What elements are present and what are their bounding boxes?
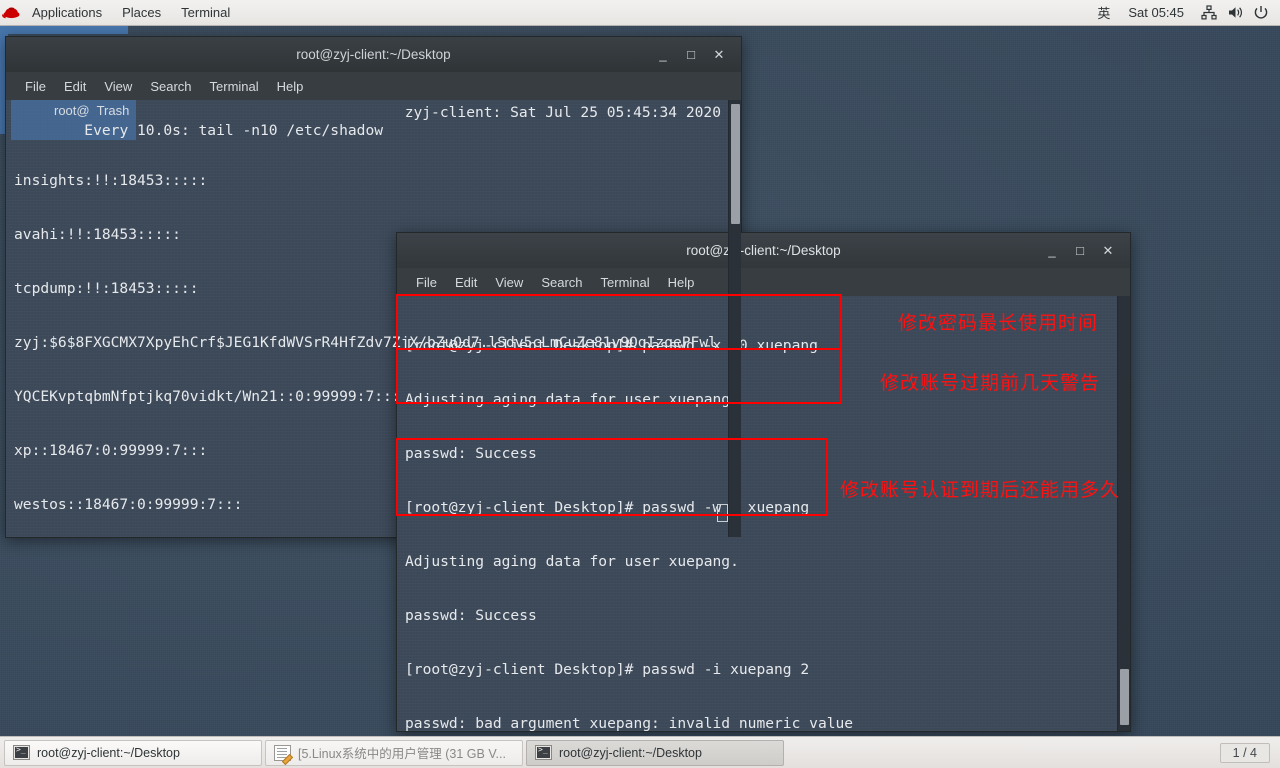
annotation-text-maxdays: 修改密码最长使用时间 <box>898 312 1099 334</box>
notepad-icon <box>274 744 291 761</box>
annotation-text-warndays: 修改账号过期前几天警告 <box>880 372 1101 394</box>
window2-controls: _ □ ✕ <box>1038 238 1130 264</box>
workspace-switcher[interactable]: 1 / 4 <box>1219 742 1270 763</box>
watch-header-left: Every 10.0s: tail -n10 /etc/shadow <box>84 122 384 139</box>
term2-line: [root@zyj-client Desktop]# passwd -x 40 … <box>405 337 818 354</box>
menu-applications[interactable]: Applications <box>22 0 112 26</box>
window2-terminal-body[interactable]: [root@zyj-client Desktop]# passwd -x 40 … <box>396 296 1131 732</box>
menu-terminal[interactable]: Terminal <box>171 0 240 26</box>
top-panel: Applications Places Terminal 英 Sat 05:45 <box>0 0 1280 26</box>
window1-menubar: File Edit View Search Terminal Help <box>5 72 742 100</box>
term2-line: passwd: bad argument xuepang: invalid nu… <box>405 715 854 732</box>
taskbar-item-label: [5.Linux系统中的用户管理 (31 GB V... <box>298 747 506 761</box>
window1-menu-terminal[interactable]: Terminal <box>201 72 268 100</box>
redhat-logo-icon[interactable] <box>0 0 22 26</box>
input-method-indicator[interactable]: 英 <box>1091 3 1116 22</box>
power-icon[interactable] <box>1248 0 1274 26</box>
term2-line: passwd: Success <box>405 445 537 462</box>
window1-scrollbar[interactable] <box>728 100 741 537</box>
window2-terminal-output: [root@zyj-client Desktop]# passwd -x 40 … <box>397 298 1116 732</box>
minimize-icon[interactable]: _ <box>1038 238 1066 264</box>
window1-menu-edit[interactable]: Edit <box>55 72 95 100</box>
window2-scrollbar[interactable] <box>1117 296 1130 731</box>
watch-header-right: zyj-client: Sat Jul 25 05:45:34 2020 <box>404 104 721 121</box>
window2-scroll-thumb[interactable] <box>1120 669 1129 725</box>
window1-scroll-thumb[interactable] <box>731 104 740 224</box>
taskbar-item-label: root@zyj-client:~/Desktop <box>37 745 180 760</box>
terminal-icon <box>535 745 552 760</box>
close-icon[interactable]: ✕ <box>1094 238 1122 264</box>
clock[interactable]: Sat 05:45 <box>1116 5 1196 20</box>
window1-titlebar[interactable]: root@zyj-client:~/Desktop _ □ ✕ <box>5 36 742 72</box>
taskbar-item-document[interactable]: [5.Linux系统中的用户管理 (31 GB V... <box>265 739 523 766</box>
panel-tray: 英 Sat 05:45 <box>1091 0 1280 26</box>
term2-line: [root@zyj-client Desktop]# passwd -i xue… <box>405 661 810 678</box>
term1-line: insights:!!:18453::::: <box>14 172 208 189</box>
network-icon[interactable] <box>1196 0 1222 26</box>
desktop-screen: Applications Places Terminal 英 Sat 05:45 <box>0 0 1280 768</box>
maximize-icon[interactable]: □ <box>1066 238 1094 264</box>
terminal-icon <box>13 745 30 760</box>
term1-line: tcpdump:!!:18453::::: <box>14 280 199 297</box>
window1-title: root@zyj-client:~/Desktop <box>296 47 451 62</box>
window1-menu-view[interactable]: View <box>95 72 141 100</box>
window1-menu-file[interactable]: File <box>16 72 55 100</box>
desktop-icon-bleed-text: root@ Trash <box>54 103 130 118</box>
term2-line: passwd: Success <box>405 607 537 624</box>
window1-menu-help[interactable]: Help <box>268 72 313 100</box>
window1-cursor <box>717 504 728 522</box>
taskbar-item-label: root@zyj-client:~/Desktop <box>559 745 702 760</box>
window1-controls: _ □ ✕ <box>649 42 741 68</box>
window1-menu-search[interactable]: Search <box>141 72 200 100</box>
close-icon[interactable]: ✕ <box>705 42 733 68</box>
term2-line: Adjusting aging data for user xuepang. <box>405 553 739 570</box>
maximize-icon[interactable]: □ <box>677 42 705 68</box>
taskbar: root@zyj-client:~/Desktop [5.Linux系统中的用户… <box>0 736 1280 768</box>
volume-icon[interactable] <box>1222 0 1248 26</box>
minimize-icon[interactable]: _ <box>649 42 677 68</box>
taskbar-item-terminal-1[interactable]: root@zyj-client:~/Desktop <box>4 739 262 766</box>
desktop-icon-selection[interactable] <box>0 26 128 34</box>
menu-places[interactable]: Places <box>112 0 171 26</box>
taskbar-item-terminal-2[interactable]: root@zyj-client:~/Desktop <box>526 739 784 766</box>
term1-line: avahi:!!:18453::::: <box>14 226 181 243</box>
annotation-text-inactivedays: 修改账号认证到期后还能用多久 <box>840 479 1121 501</box>
